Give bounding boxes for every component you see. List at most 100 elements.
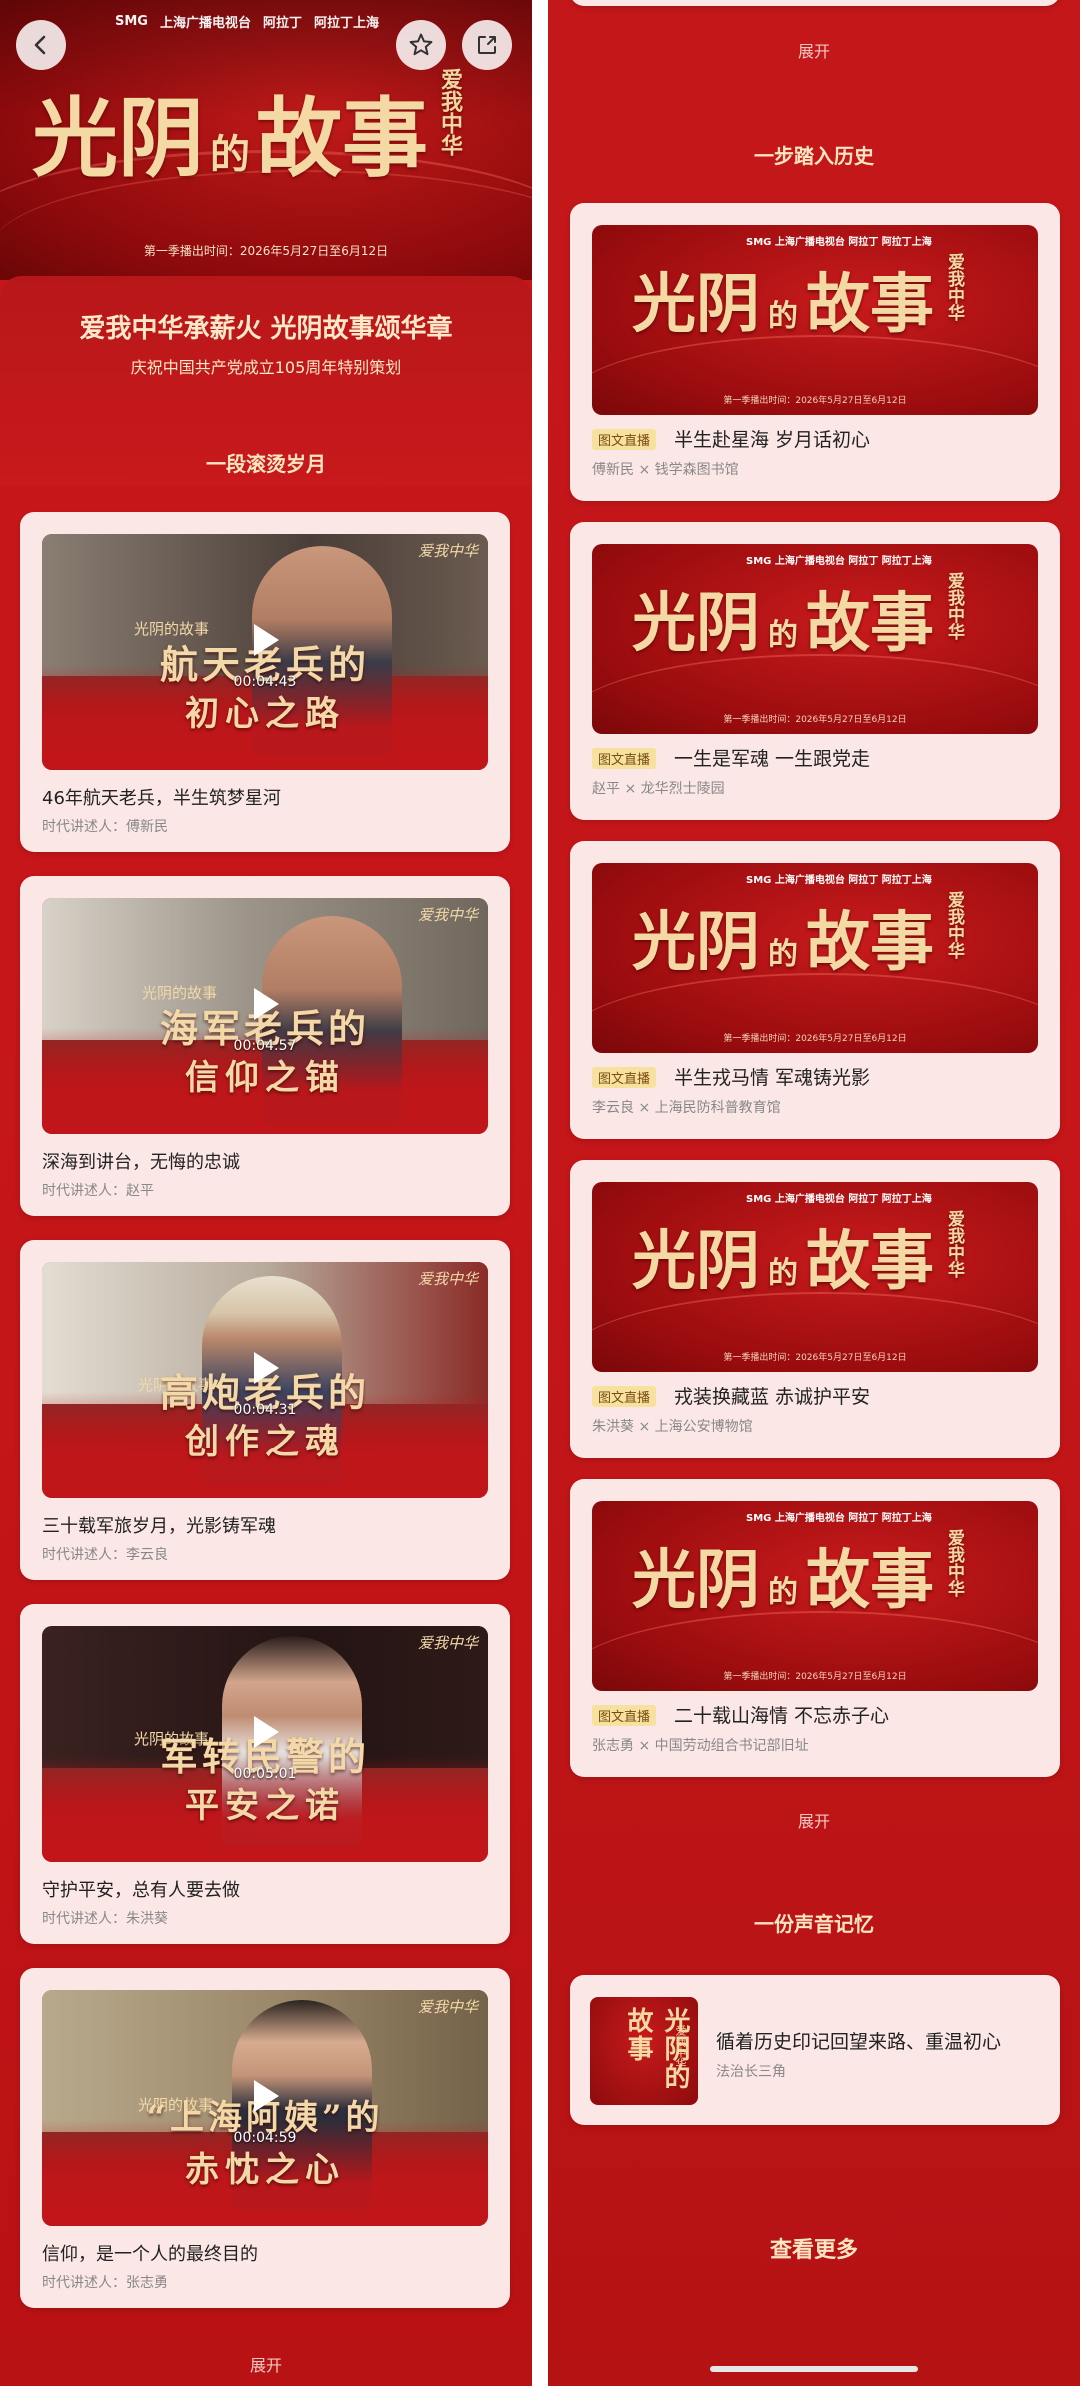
video-title[interactable]: 三十载军旅岁月，光影铸军魂 [42,1512,276,1538]
video-thumbnail[interactable]: 爱我中华 光阴的故事 海军老兵的 信仰之锚 00:04:57 [42,898,488,1134]
video-thumbnail[interactable]: 爱我中华 光阴的故事 军转民警的 平安之诺 00:05:01 [42,1626,488,1862]
live-tag: 图文直播 [592,1386,657,1407]
video-title[interactable]: 深海到讲台，无悔的忠诚 [42,1148,240,1174]
title-char: 光 [32,88,118,189]
live-tag: 图文直播 [592,748,657,769]
play-icon [254,2080,279,2112]
star-icon [409,33,433,56]
banner-logos: SMG 上海广播电视台 阿拉丁 阿拉丁上海 [746,556,932,567]
title-char: 光 [632,905,696,980]
title-side-text: 爱我中华 [944,1210,964,1278]
article-meta: 李云良 × 上海民防科普教育馆 [592,1100,781,1116]
video-card[interactable]: 爱我中华 光阴的故事 “上海阿姨”的 赤忱之心 00:04:59 信仰，是一个人… [20,1968,510,2308]
article-meta: 朱洪葵 × 上海公安博物馆 [592,1419,753,1435]
title-char: 故 [256,88,342,189]
play-button[interactable] [245,1712,285,1752]
banner-title: 光阴的故事爱我中华 [632,572,967,664]
video-title[interactable]: 46年航天老兵，半生筑梦星河 [42,784,281,810]
article-card-partial [570,0,1060,6]
title-char: 光 [632,267,696,342]
video-card[interactable]: 爱我中华 光阴的故事 军转民警的 平安之诺 00:05:01 守护平安，总有人要… [20,1604,510,1944]
banner-logos: SMG 上海广播电视台 阿拉丁 阿拉丁上海 [746,1513,932,1524]
title-char: 事 [870,1224,934,1299]
play-button[interactable] [245,984,285,1024]
hero-banner: SMG 上海广播电视台 阿拉丁 阿拉丁上海 光 阴 的 故 事 爱我中华 第一季… [0,0,532,280]
video-thumbnail[interactable]: 爱我中华 光阴的故事 高炮老兵的 创作之魂 00:04:31 [42,1262,488,1498]
title-char: 光 [632,1543,696,1618]
article-meta: 傅新民 × 钱学森图书馆 [592,462,739,478]
title-char: 事 [870,267,934,342]
article-title[interactable]: 一生是军魂 一生跟党走 [674,744,870,771]
video-thumbnail[interactable]: 爱我中华 光阴的故事 “上海阿姨”的 赤忱之心 00:04:59 [42,1990,488,2226]
article-banner[interactable]: SMG 上海广播电视台 阿拉丁 阿拉丁上海 光阴的故事爱我中华 第一季播出时间：… [592,1182,1038,1372]
share-icon [478,36,496,54]
article-title[interactable]: 半生戎马情 军魂铸光影 [674,1063,870,1090]
article-title[interactable]: 半生赴星海 岁月话初心 [674,425,870,452]
banner-air-time: 第一季播出时间：2026年5月27日至6月12日 [723,715,907,725]
video-card[interactable]: 爱我中华 光阴的故事 高炮老兵的 创作之魂 00:04:31 三十载军旅岁月，光… [20,1240,510,1580]
video-brand: 爱我中华 [417,542,478,560]
video-narrator: 时代讲述人：傅新民 [42,819,168,835]
favorite-button[interactable] [396,20,446,70]
title-side-text: 爱我中华 [944,1529,964,1597]
expand-top-button[interactable]: 展开 [548,38,1080,62]
view-more-button[interactable]: 查看更多 [548,2232,1080,2264]
play-button[interactable] [245,620,285,660]
play-icon [254,1716,279,1748]
title-char: 的 [768,937,798,972]
article-card[interactable]: SMG 上海广播电视台 阿拉丁 阿拉丁上海 光阴的故事爱我中华 第一季播出时间：… [570,522,1060,820]
video-thumbnail[interactable]: 爱我中华 光阴的故事 航天老兵的 初心之路 00:04:43 [42,534,488,770]
video-caption-line2: 平安之诺 [185,1786,345,1826]
title-char: 事 [342,88,428,189]
play-button[interactable] [245,2076,285,2116]
back-button[interactable] [16,20,66,70]
article-title[interactable]: 二十载山海情 不忘赤子心 [674,1701,889,1728]
title-char: 阴 [118,88,204,189]
video-caption-line2: 赤忱之心 [185,2150,345,2190]
article-banner[interactable]: SMG 上海广播电视台 阿拉丁 阿拉丁上海 光阴的故事爱我中华 第一季播出时间：… [592,863,1038,1053]
title-side-text: 爱我中华 [944,572,964,640]
audio-cover: 光阴的故事 爱我中华 [590,1997,698,2105]
video-caption-line2: 创作之魂 [185,1422,345,1462]
video-title[interactable]: 守护平安，总有人要去做 [42,1876,240,1902]
video-narrator: 时代讲述人：张志勇 [42,2275,168,2291]
title-char: 阴 [696,905,760,980]
title-char: 的 [768,1256,798,1291]
article-banner[interactable]: SMG 上海广播电视台 阿拉丁 阿拉丁上海 光阴的故事爱我中华 第一季播出时间：… [592,544,1038,734]
audio-title[interactable]: 循着历史印记回望来路、重温初心 [716,2027,1001,2054]
home-indicator[interactable] [710,2366,918,2372]
article-title[interactable]: 戎装换藏蓝 赤诚护平安 [674,1382,870,1409]
banner-title: 光阴的故事爱我中华 [632,891,967,983]
video-duration: 00:04:59 [233,2130,297,2146]
video-card[interactable]: 爱我中华 光阴的故事 海军老兵的 信仰之锚 00:04:57 深海到讲台，无悔的… [20,876,510,1216]
title-char: 故 [806,905,870,980]
expand-articles-button[interactable]: 展开 [548,1808,1080,1832]
logo-text: 阿拉丁 [263,16,303,31]
article-card[interactable]: SMG 上海广播电视台 阿拉丁 阿拉丁上海 光阴的故事爱我中华 第一季播出时间：… [570,1479,1060,1777]
video-duration: 00:04:57 [233,1038,297,1054]
video-card[interactable]: 爱我中华 光阴的故事 航天老兵的 初心之路 00:04:43 46年航天老兵，半… [20,512,510,852]
article-card[interactable]: SMG 上海广播电视台 阿拉丁 阿拉丁上海 光阴的故事爱我中华 第一季播出时间：… [570,1160,1060,1458]
video-brand: 爱我中华 [417,906,478,924]
expand-videos-button[interactable]: 展开 [0,2352,532,2376]
video-narrator: 时代讲述人：赵平 [42,1183,154,1199]
play-button[interactable] [245,1348,285,1388]
article-card[interactable]: SMG 上海广播电视台 阿拉丁 阿拉丁上海 光阴的故事爱我中华 第一季播出时间：… [570,203,1060,501]
video-title[interactable]: 信仰，是一个人的最终目的 [42,2240,258,2266]
banner-title: 光阴的故事爱我中华 [632,1210,967,1302]
article-meta: 赵平 × 龙华烈士陵园 [592,781,725,797]
title-char: 光 [632,586,696,661]
logo-text: SMG [115,14,148,29]
title-char: 事 [870,905,934,980]
article-banner[interactable]: SMG 上海广播电视台 阿拉丁 阿拉丁上海 光阴的故事爱我中华 第一季播出时间：… [592,225,1038,415]
title-char: 阴 [696,267,760,342]
share-button[interactable] [462,20,512,70]
article-card[interactable]: SMG 上海广播电视台 阿拉丁 阿拉丁上海 光阴的故事爱我中华 第一季播出时间：… [570,841,1060,1139]
live-tag: 图文直播 [592,1705,657,1726]
banner-logos: SMG 上海广播电视台 阿拉丁 阿拉丁上海 [746,237,932,248]
audio-card[interactable]: 光阴的故事 爱我中华 循着历史印记回望来路、重温初心 法治长三角 [570,1975,1060,2125]
banner-air-time: 第一季播出时间：2026年5月27日至6月12日 [723,396,907,406]
article-banner[interactable]: SMG 上海广播电视台 阿拉丁 阿拉丁上海 光阴的故事爱我中华 第一季播出时间：… [592,1501,1038,1691]
logo-text: 阿拉丁上海 [314,16,380,31]
title-char: 故 [806,1543,870,1618]
